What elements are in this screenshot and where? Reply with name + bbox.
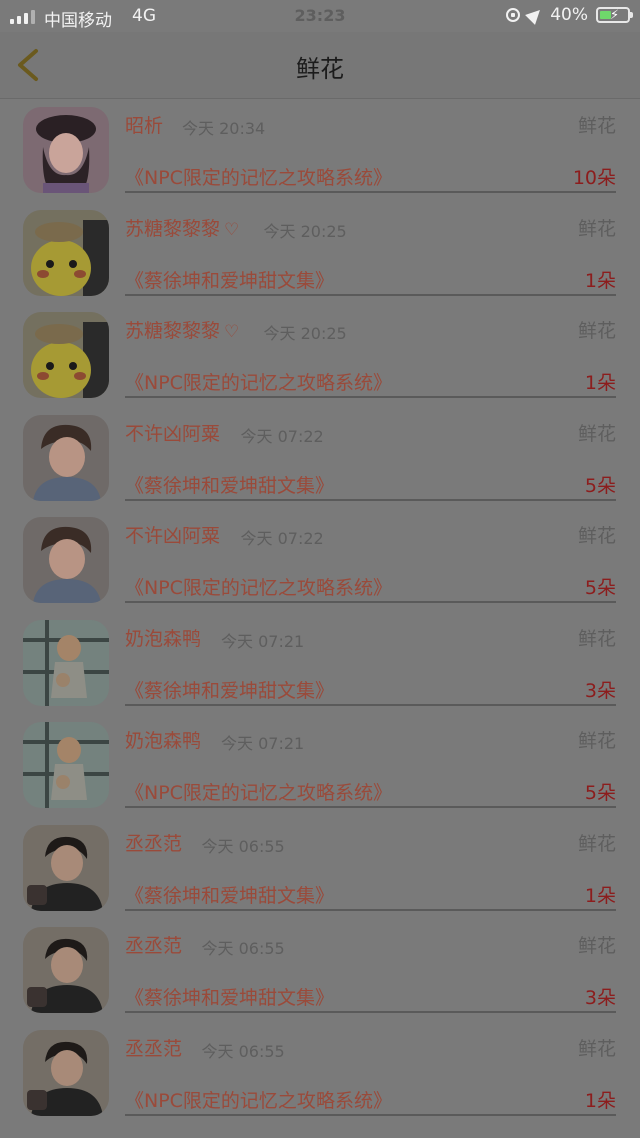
- divider: [125, 396, 616, 398]
- avatar[interactable]: [23, 824, 109, 911]
- gift-type-label: 鲜花: [577, 1037, 616, 1060]
- heart-icon: ♡: [224, 219, 240, 240]
- sender-name[interactable]: 丞丞范: [125, 1034, 182, 1061]
- timestamp: 今天 06:55: [201, 939, 285, 958]
- divider: [125, 1113, 616, 1116]
- page-title: 鲜花: [296, 55, 344, 83]
- flower-count: 10朵: [572, 167, 616, 189]
- divider: [125, 601, 616, 603]
- timestamp: 今天 06:55: [201, 836, 285, 856]
- sender-name[interactable]: 不许凶阿粟: [125, 521, 220, 548]
- flower-count: 3朵: [584, 987, 616, 1009]
- sender-name[interactable]: 丞丞范: [125, 931, 182, 958]
- timestamp: 今天 06:55: [201, 1041, 285, 1061]
- heart-icon: ♡: [224, 322, 240, 342]
- flower-count: 3朵: [584, 679, 616, 702]
- book-title[interactable]: 《蔡徐坤和爱坤甜文集》: [125, 471, 334, 498]
- sender-name[interactable]: 丞丞范: [125, 829, 182, 856]
- book-title[interactable]: 《NPC限定的记忆之攻略系统》: [125, 573, 392, 600]
- divider: [125, 908, 616, 911]
- book-title[interactable]: 《蔡徐坤和爱坤甜文集》: [125, 266, 334, 293]
- divider: [125, 806, 616, 808]
- list-item[interactable]: 不许凶阿粟 今天 07:22 鲜花《NPC限定的记忆之攻略系统》 5朵: [0, 509, 640, 612]
- flower-count: 1朵: [584, 269, 616, 292]
- book-title[interactable]: 《蔡徐坤和爱坤甜文集》: [125, 881, 334, 908]
- gift-type-label: 鲜花: [577, 525, 616, 547]
- gift-type-label: 鲜花: [577, 627, 616, 650]
- nav-bar: 鲜花: [0, 32, 640, 99]
- flower-count: 1朵: [584, 1089, 616, 1112]
- timestamp: 今天 07:21: [221, 631, 305, 651]
- gift-type-label: 鲜花: [577, 730, 616, 752]
- sender-name[interactable]: 苏糖黎黎黎 ♡: [125, 316, 239, 343]
- timestamp: 今天 20:25: [263, 324, 347, 343]
- flower-count: 1朵: [584, 372, 616, 394]
- gift-type-label: 鲜花: [577, 422, 616, 445]
- timestamp: 今天 07:22: [240, 529, 324, 548]
- book-title[interactable]: 《NPC限定的记忆之攻略系统》: [125, 368, 392, 395]
- avatar[interactable]: [23, 619, 109, 706]
- list-item[interactable]: 丞丞范 今天 06:55 鲜花《蔡徐坤和爱坤甜文集》 1朵: [0, 817, 640, 920]
- sender-name[interactable]: 奶泡森鸭: [125, 624, 201, 651]
- avatar[interactable]: [23, 209, 109, 296]
- list-item[interactable]: 奶泡森鸭 今天 07:21 鲜花《蔡徐坤和爱坤甜文集》 3朵: [0, 612, 640, 715]
- gift-type-label: 鲜花: [577, 320, 616, 342]
- list-item[interactable]: 不许凶阿粟 今天 07:22 鲜花《蔡徐坤和爱坤甜文集》 5朵: [0, 407, 640, 510]
- divider: [125, 498, 616, 501]
- avatar[interactable]: [23, 722, 109, 808]
- location-icon: [525, 5, 546, 25]
- list-item[interactable]: 丞丞范 今天 06:55 鲜花《蔡徐坤和爱坤甜文集》 3朵: [0, 919, 640, 1022]
- divider: [125, 1011, 616, 1013]
- battery-icon: ⚡: [596, 7, 633, 23]
- divider: [125, 293, 616, 296]
- gift-type-label: 鲜花: [577, 832, 616, 855]
- list-item[interactable]: 昭析 今天 20:34 鲜花《NPC限定的记忆之攻略系统》 10朵: [0, 99, 640, 202]
- avatar[interactable]: [23, 414, 109, 501]
- flower-count: 1朵: [584, 884, 616, 907]
- avatar[interactable]: [23, 312, 109, 398]
- list-item[interactable]: 丞丞范 今天 06:55 鲜花《NPC限定的记忆之攻略系统》 1朵: [0, 1022, 640, 1125]
- timestamp: 今天 07:22: [240, 426, 324, 446]
- divider: [125, 191, 616, 193]
- book-title[interactable]: 《蔡徐坤和爱坤甜文集》: [125, 983, 334, 1010]
- list-item[interactable]: 奶泡森鸭 今天 07:21 鲜花《NPC限定的记忆之攻略系统》 5朵: [0, 714, 640, 817]
- sender-name[interactable]: 昭析: [125, 111, 163, 138]
- book-title[interactable]: 《蔡徐坤和爱坤甜文集》: [125, 676, 334, 703]
- sender-name[interactable]: 不许凶阿粟: [125, 419, 220, 446]
- book-title[interactable]: 《NPC限定的记忆之攻略系统》: [125, 778, 392, 805]
- timestamp: 今天 20:34: [182, 119, 266, 138]
- flower-count: 5朵: [584, 782, 616, 804]
- divider: [125, 703, 616, 706]
- avatar[interactable]: [23, 1029, 109, 1116]
- list-item[interactable]: 苏糖黎黎黎 ♡ 今天 20:25 鲜花《蔡徐坤和爱坤甜文集》 1朵: [0, 202, 640, 305]
- sender-name[interactable]: 奶泡森鸭: [125, 726, 201, 753]
- book-title[interactable]: 《NPC限定的记忆之攻略系统》: [125, 1086, 392, 1113]
- orientation-lock-icon: [506, 8, 521, 22]
- gift-list: 昭析 今天 20:34 鲜花 《NPC限定的记忆之攻略系统》 10朵 苏糖黎黎黎 ♡ 今天 2…: [0, 99, 640, 1124]
- avatar[interactable]: [23, 517, 109, 603]
- gift-type-label: 鲜花: [577, 217, 616, 240]
- flower-count: 5朵: [584, 474, 616, 497]
- timestamp: 今天 20:25: [263, 221, 347, 241]
- book-title[interactable]: 《NPC限定的记忆之攻略系统》: [125, 163, 392, 190]
- status-bar: 中国移动 4G 23:23 40% ⚡: [0, 0, 640, 32]
- sender-name[interactable]: 苏糖黎黎黎 ♡: [125, 214, 239, 241]
- battery-percent: 40%: [550, 5, 588, 25]
- flower-count: 5朵: [584, 577, 616, 599]
- gift-type-label: 鲜花: [577, 935, 616, 957]
- list-item[interactable]: 苏糖黎黎黎 ♡ 今天 20:25 鲜花《NPC限定的记忆之攻略系统》 1朵: [0, 304, 640, 407]
- avatar[interactable]: [23, 107, 109, 193]
- timestamp: 今天 07:21: [221, 734, 305, 753]
- avatar[interactable]: [23, 927, 109, 1013]
- gift-type-label: 鲜花: [577, 115, 616, 137]
